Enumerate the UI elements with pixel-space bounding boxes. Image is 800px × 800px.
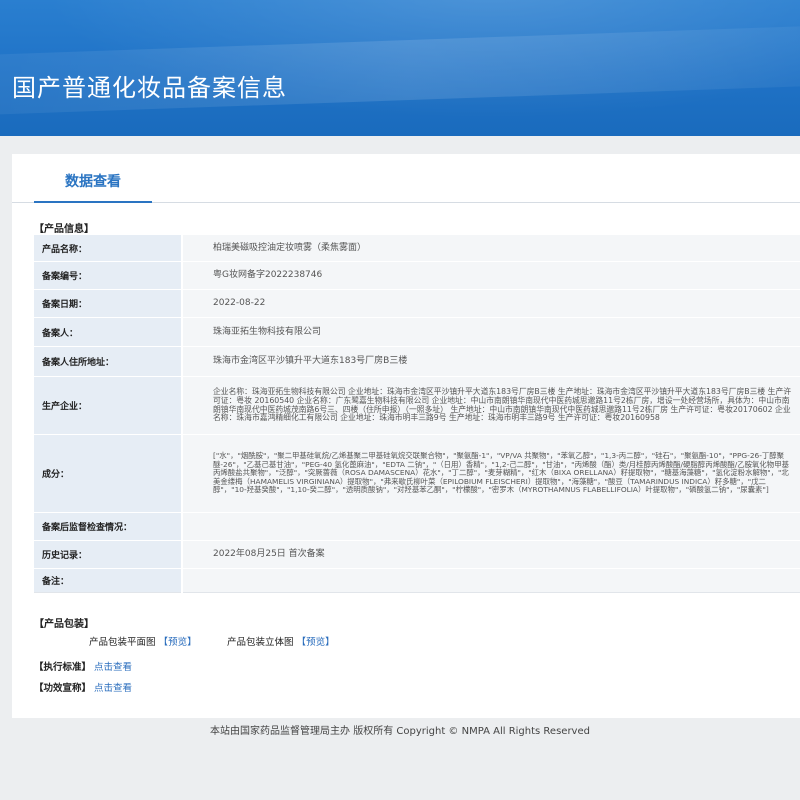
row-value-record-number: 粤G妆网备字2022238746: [181, 261, 800, 290]
row-value-product-name: 柏瑞美磁吸控油定妆喷雾（柔焦雾面）: [181, 234, 800, 262]
table-row: 成分： ["水"，"烟酰胺"，"聚二甲基硅氧烷/乙烯基聚二甲基硅氧烷交联聚合物"…: [34, 434, 800, 513]
efficacy-label: 【功效宣称】: [34, 683, 92, 694]
row-value-manufacturer: 企业名称：珠海亚拓生物科技有限公司 企业地址：珠海市金湾区平沙镇升平大道东183…: [181, 376, 800, 435]
row-value-history: 2022年08月25日 首次备案: [181, 540, 800, 569]
table-row: 备案人： 珠海亚拓生物科技有限公司: [34, 317, 800, 347]
row-label-ingredients: 成分：: [34, 434, 182, 513]
row-value-ingredients: ["水"，"烟酰胺"，"聚二甲基硅氧烷/乙烯基聚二甲基硅氧烷交联聚合物"，"聚氨…: [181, 434, 800, 513]
row-label-history: 历史记录：: [34, 540, 182, 569]
table-row: 备案日期： 2022-08-22: [34, 289, 800, 318]
product-info-table: 产品名称： 柏瑞美磁吸控油定妆喷雾（柔焦雾面） 备案编号： 粤G妆网备字2022…: [34, 234, 800, 593]
bracket-open: 【: [158, 637, 169, 648]
table-row: 备案后监督检查情况：: [34, 512, 800, 541]
table-row: 历史记录： 2022年08月25日 首次备案: [34, 540, 800, 569]
row-value-registrant: 珠海亚拓生物科技有限公司: [181, 317, 800, 347]
packaging-flat-row: 产品包装平面图 【预览】: [89, 634, 197, 648]
row-label-record-date: 备案日期：: [34, 289, 182, 318]
row-label-product-name: 产品名称：: [34, 234, 182, 262]
row-label-remarks: 备注：: [34, 568, 182, 593]
efficacy-view-link[interactable]: 点击查看: [94, 683, 132, 694]
product-info-heading: 【产品信息】: [34, 224, 94, 235]
tab-bar: 数据查看: [12, 154, 800, 203]
standard-view-link[interactable]: 点击查看: [94, 662, 132, 673]
row-label-registrant: 备案人：: [34, 317, 182, 347]
bracket-close: 】: [325, 637, 335, 648]
packaging-solid-preview-link[interactable]: 预览: [306, 637, 325, 648]
table-row: 备案人住所地址： 珠海市金湾区平沙镇升平大道东183号厂房B三楼: [34, 346, 800, 377]
page-title: 国产普通化妆品备案信息: [12, 74, 287, 102]
packaging-solid-label: 产品包装立体图: [227, 637, 294, 648]
row-value-supervision: [181, 512, 800, 541]
content-card: 数据查看 【产品信息】 产品名称： 柏瑞美磁吸控油定妆喷雾（柔焦雾面） 备案编号…: [12, 154, 800, 718]
table-row: 备注：: [34, 568, 800, 593]
row-label-supervision: 备案后监督检查情况：: [34, 512, 182, 541]
bracket-close: 】: [187, 637, 197, 648]
table-row: 产品名称： 柏瑞美磁吸控油定妆喷雾（柔焦雾面）: [34, 234, 800, 262]
table-row: 备案编号： 粤G妆网备字2022238746: [34, 261, 800, 290]
standard-label: 【执行标准】: [34, 662, 92, 673]
header-banner: 国产普通化妆品备案信息: [0, 0, 800, 136]
row-label-registrant-address: 备案人住所地址：: [34, 346, 182, 377]
row-label-record-number: 备案编号：: [34, 261, 182, 290]
packaging-heading: 【产品包装】: [34, 619, 94, 630]
row-value-registrant-address: 珠海市金湾区平沙镇升平大道东183号厂房B三楼: [181, 346, 800, 377]
bracket-open: 【: [296, 637, 307, 648]
packaging-flat-label: 产品包装平面图: [89, 637, 156, 648]
row-value-record-date: 2022-08-22: [181, 289, 800, 318]
tab-data-view[interactable]: 数据查看: [34, 154, 152, 203]
table-row: 生产企业： 企业名称：珠海亚拓生物科技有限公司 企业地址：珠海市金湾区平沙镇升平…: [34, 376, 800, 435]
packaging-flat-preview-link[interactable]: 预览: [168, 637, 187, 648]
standard-row: 【执行标准】 点击查看: [34, 659, 132, 673]
footer-copyright: 本站由国家药品监督管理局主办 版权所有 Copyright © NMPA All…: [210, 726, 590, 737]
packaging-solid-row: 产品包装立体图 【预览】: [227, 634, 335, 648]
row-value-remarks: [181, 568, 800, 593]
row-label-manufacturer: 生产企业：: [34, 376, 182, 435]
efficacy-row: 【功效宣称】 点击查看: [34, 680, 132, 694]
